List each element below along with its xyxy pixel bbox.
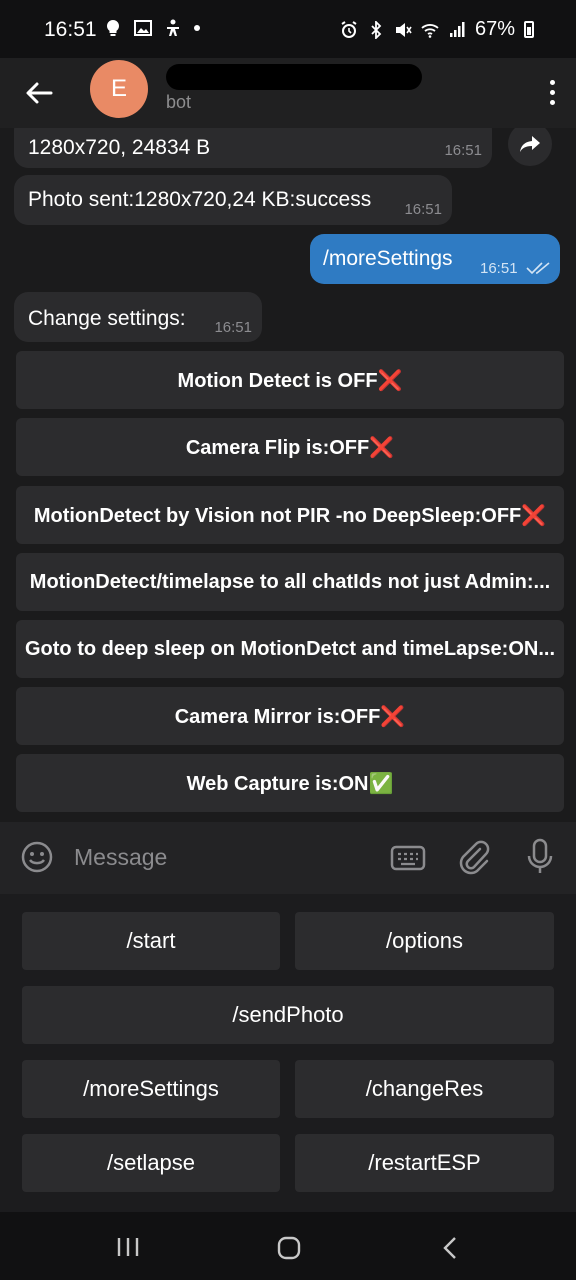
dot: [549, 79, 555, 85]
notification-icons: [104, 19, 200, 37]
arrow-left-icon: [26, 82, 53, 104]
message-input-bar: Message: [0, 822, 576, 894]
double-check-icon: [526, 262, 550, 275]
home-icon[interactable]: [277, 1236, 301, 1260]
inline-button-motion-detect[interactable]: Motion Detect is OFF❌: [16, 351, 564, 409]
message-time: 16:51: [214, 319, 252, 336]
mute-icon: [395, 22, 412, 37]
message-time: 16:51: [444, 142, 482, 159]
nav-back-icon[interactable]: [440, 1236, 460, 1260]
message-bubble-in[interactable]: 1280x720, 24834 B 16:51: [14, 128, 492, 168]
back-button[interactable]: [20, 74, 58, 112]
share-arrow-icon: [520, 136, 540, 152]
command-start[interactable]: /start: [22, 912, 280, 970]
message-text: Change settings:: [28, 307, 186, 330]
more-options-button[interactable]: [546, 74, 558, 110]
dot: [549, 99, 555, 105]
message-text: 1280x720, 24834 B: [28, 136, 211, 159]
keyboard-icon[interactable]: [390, 844, 426, 872]
inline-button-camera-mirror[interactable]: Camera Mirror is:OFF❌: [16, 687, 564, 745]
battery-percentage: 67%: [474, 18, 515, 40]
command-moresettings[interactable]: /moreSettings: [22, 1060, 280, 1118]
status-time: 16:51: [44, 18, 97, 41]
attach-icon[interactable]: [458, 840, 490, 876]
message-time: 16:51: [404, 201, 442, 218]
command-setlapse[interactable]: /setlapse: [22, 1134, 280, 1192]
forward-button[interactable]: [508, 128, 552, 166]
dot: [549, 89, 555, 95]
system-navigation-bar: [0, 1212, 576, 1280]
command-options[interactable]: /options: [295, 912, 554, 970]
gallery-icon: [134, 20, 152, 36]
chat-header: E bot: [0, 58, 576, 128]
recent-apps-icon[interactable]: [116, 1236, 140, 1258]
status-bar: 16:51 67%: [0, 0, 576, 58]
inline-button-all-chatids[interactable]: MotionDetect/timelapse to all chatIds no…: [16, 553, 564, 611]
bluetooth-icon: [371, 20, 382, 39]
signal-icon: [449, 21, 465, 37]
message-bubble-in[interactable]: Change settings: 16:51: [14, 292, 262, 342]
inline-button-deep-sleep[interactable]: Goto to deep sleep on MotionDetct and ti…: [16, 620, 564, 678]
command-restartesp[interactable]: /restartESP: [295, 1134, 554, 1192]
command-changeres[interactable]: /changeRes: [295, 1060, 554, 1118]
inline-button-vision-motion[interactable]: MotionDetect by Vision not PIR -no DeepS…: [16, 486, 564, 544]
inline-button-camera-flip[interactable]: Camera Flip is:OFF❌: [16, 418, 564, 476]
accessibility-icon: [167, 19, 179, 36]
message-bubble-out[interactable]: /moreSettings 16:51: [310, 234, 560, 284]
contact-subtitle: bot: [166, 92, 192, 112]
wifi-icon: [421, 23, 439, 38]
avatar[interactable]: E: [90, 60, 148, 118]
system-icons: 67%: [340, 18, 534, 41]
message-list[interactable]: 1280x720, 24834 B 16:51 Photo sent:1280x…: [0, 128, 576, 822]
bot-keyboard: /start /options /sendPhoto /moreSettings…: [0, 894, 576, 1212]
message-text: Photo sent:1280x720,24 KB:success: [28, 188, 372, 211]
alarm-icon: [341, 20, 357, 38]
command-sendphoto[interactable]: /sendPhoto: [22, 986, 554, 1044]
inline-button-web-capture[interactable]: Web Capture is:ON✅: [16, 754, 564, 812]
lightbulb-icon: [106, 19, 120, 36]
battery-icon: [524, 21, 534, 38]
redacted-contact-name[interactable]: [166, 64, 422, 90]
message-input[interactable]: Message: [74, 844, 167, 871]
emoji-icon[interactable]: [20, 840, 54, 874]
message-text: /moreSettings: [323, 247, 453, 270]
more-notifications-icon: [194, 25, 200, 31]
message-bubble-in[interactable]: Photo sent:1280x720,24 KB:success 16:51: [14, 175, 452, 225]
message-time: 16:51: [480, 260, 518, 277]
microphone-icon[interactable]: [526, 838, 554, 876]
